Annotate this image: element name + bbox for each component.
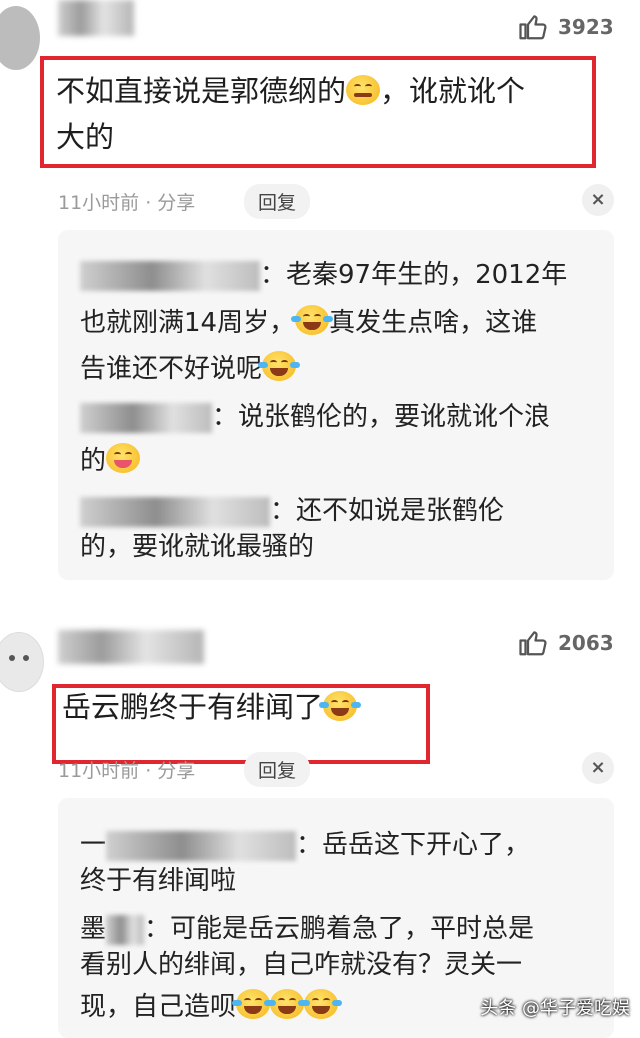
- reply-username-blurred[interactable]: [106, 830, 297, 861]
- like-button[interactable]: 3923: [518, 12, 614, 42]
- watermark: 头条 @华子爱吃娱: [480, 998, 630, 1019]
- like-button[interactable]: 2063: [518, 628, 614, 658]
- laugh-cry-emoji-icon: [300, 989, 343, 1019]
- close-icon[interactable]: ×: [582, 184, 614, 216]
- reply-button[interactable]: 回复: [244, 184, 311, 219]
- comment-text: 岳云鹏终于有绯闻了: [62, 684, 362, 730]
- comment-meta: 11小时前 · 分享: [58, 188, 195, 215]
- reply-username-blurred[interactable]: [80, 496, 270, 527]
- laugh-cry-emoji-icon: [258, 351, 301, 381]
- comment-text: 不如直接说是郭德纲的 ，讹就讹个 大的: [56, 74, 526, 154]
- reply-2-cont: 看别人的绯闻，自己咋就没有？灵关一: [80, 950, 523, 980]
- reply-3-cont: 的，要讹就讹最骚的: [80, 532, 315, 562]
- time-share[interactable]: 11小时前 · 分享: [58, 756, 195, 783]
- reply-2-cont: 的: [80, 438, 141, 484]
- reply-2-cont2: 现，自己造呗: [80, 984, 343, 1030]
- close-icon[interactable]: ×: [582, 752, 614, 784]
- thumbs-up-icon: [519, 15, 547, 40]
- thumbs-up-icon: [519, 631, 547, 656]
- reply-username-blurred[interactable]: [80, 402, 212, 433]
- reply-1-cont2: 告谁还不好说呢: [80, 346, 301, 392]
- reply-1-cont: 也就刚满14周岁， 真发生点啥，这谁: [80, 300, 537, 346]
- comment-meta: 11小时前 · 分享: [58, 756, 195, 783]
- reply-username-blurred[interactable]: [106, 914, 145, 945]
- tongue-emoji-icon: [106, 443, 141, 473]
- smirk-emoji-icon: [346, 75, 381, 105]
- like-count: 3923: [558, 15, 614, 39]
- like-count: 2063: [558, 631, 614, 655]
- username-blurred[interactable]: [58, 0, 134, 36]
- reply-1-cont: 终于有绯闻啦: [80, 866, 237, 896]
- avatar[interactable]: [0, 632, 44, 692]
- avatar[interactable]: [0, 6, 40, 70]
- reply-button[interactable]: 回复: [244, 752, 311, 787]
- reply-username-blurred[interactable]: [80, 260, 260, 291]
- reply-2[interactable]: ：说张鹤伦的，要讹就讹个浪: [80, 394, 550, 440]
- username-blurred[interactable]: [58, 630, 204, 664]
- time-share[interactable]: 11小时前 · 分享: [58, 188, 195, 215]
- laugh-cry-emoji-icon: [266, 989, 309, 1019]
- reply-1[interactable]: ：老秦97年生的，2012年: [80, 252, 567, 298]
- laugh-cry-emoji-icon: [232, 989, 275, 1019]
- laugh-cry-emoji-icon: [291, 305, 334, 335]
- laugh-cry-emoji-icon: [319, 691, 362, 721]
